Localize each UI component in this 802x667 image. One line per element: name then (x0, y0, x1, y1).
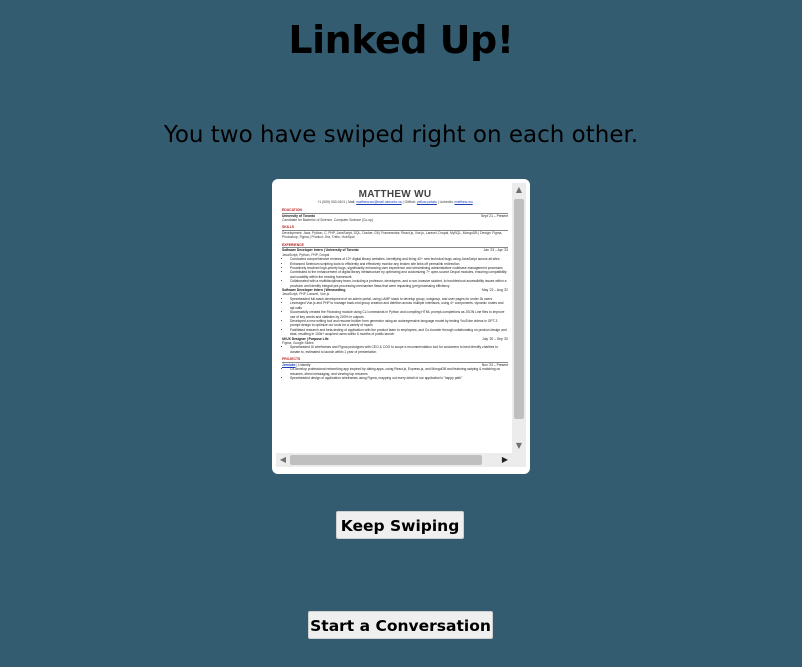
keep-swiping-button[interactable]: Keep Swiping (336, 511, 464, 539)
resume-name: MATTHEW WU (358, 189, 432, 200)
education-dates: Sept '21 – Present (480, 213, 508, 218)
triangle-down-icon[interactable]: ▼ (512, 439, 526, 453)
resume-document: MATTHEW WU +1 (000) 000-0101 | Mail: mat… (276, 183, 512, 380)
resume-preview[interactable]: MATTHEW WU +1 (000) 000-0101 | Mail: mat… (272, 179, 530, 474)
skills-text: Development: Java, Python, C, PHP, JavaS… (282, 231, 503, 240)
job-bullet: Leveraged Vue.js and PHP to manage back-… (290, 301, 508, 310)
match-message: You two have swiped right on each other. (163, 122, 639, 148)
triangle-up-icon[interactable]: ▲ (512, 183, 526, 197)
job-bullet: Facilitated research and beta-testing of… (290, 328, 508, 337)
vertical-scrollbar[interactable]: ▲ ▼ (512, 183, 526, 453)
resume-github-link[interactable]: yellow-potato (417, 200, 437, 204)
job-bullet: Contributed to the enhancement of digita… (290, 270, 508, 279)
horizontal-scroll-thumb[interactable] (290, 455, 482, 465)
job-bullet: Conducted comprehensive reviews of 10+ d… (290, 257, 508, 261)
job-entry: Software Developer Intern | Weneuniting … (282, 288, 508, 336)
project-name-link[interactable]: Jemtube (282, 363, 296, 367)
match-page: Linked Up! You two have swiped right on … (0, 0, 802, 667)
resume-linkedin-link[interactable]: matthew-wu (454, 200, 472, 204)
page-title: Linked Up! (288, 18, 514, 62)
resume-phone: +1 (000) 000-0101 | Mail: (317, 200, 356, 204)
triangle-left-icon[interactable]: ◀ (276, 453, 290, 467)
resume-contact: +1 (000) 000-0101 | Mail: matthew.wu@mai… (282, 200, 508, 205)
start-conversation-button[interactable]: Start a Conversation (308, 611, 493, 639)
resume-viewport[interactable]: MATTHEW WU +1 (000) 000-0101 | Mail: mat… (276, 183, 512, 453)
triangle-right-icon[interactable]: ▶ (498, 453, 512, 467)
job-bullet: Collaborated with a multidisciplinary te… (290, 279, 508, 288)
job-bullet: Successfully created the Financing modul… (290, 310, 508, 319)
job-bullet: Developed a new writing tool and resume … (290, 319, 508, 328)
project-bullet: Co-develop professional networking app i… (290, 367, 508, 376)
job-dates: May '22 – Aug '22 (481, 288, 508, 293)
resume-email-link[interactable]: matthew.wu@mail.utoronto.ca (356, 200, 401, 204)
job-bullet: Spearheaded UI wireframes and Figma prot… (290, 345, 508, 354)
job-dates: July '20 – Sep '20 (482, 336, 508, 341)
project-bullet: Spearheaded design of application wirefr… (290, 376, 508, 380)
horizontal-scrollbar[interactable]: ◀ ▶ (276, 453, 512, 467)
job-dates: Jan '23 – Apr '23 (483, 248, 508, 253)
vertical-scroll-thumb[interactable] (514, 199, 524, 419)
project-stack: | Linkedly (296, 362, 311, 367)
job-entry: UI/UX Designer | Purpose Life July '20 –… (282, 337, 508, 355)
resume-linkedin-label: | LinkedIn: (437, 200, 454, 204)
education-degree: Candidate for Bachelor of Science, Compu… (282, 218, 374, 222)
scrollbar-corner (512, 453, 526, 467)
job-entry: Software Developer Intern | University o… (282, 248, 508, 288)
resume-github-label: | GitHub: (402, 200, 416, 204)
